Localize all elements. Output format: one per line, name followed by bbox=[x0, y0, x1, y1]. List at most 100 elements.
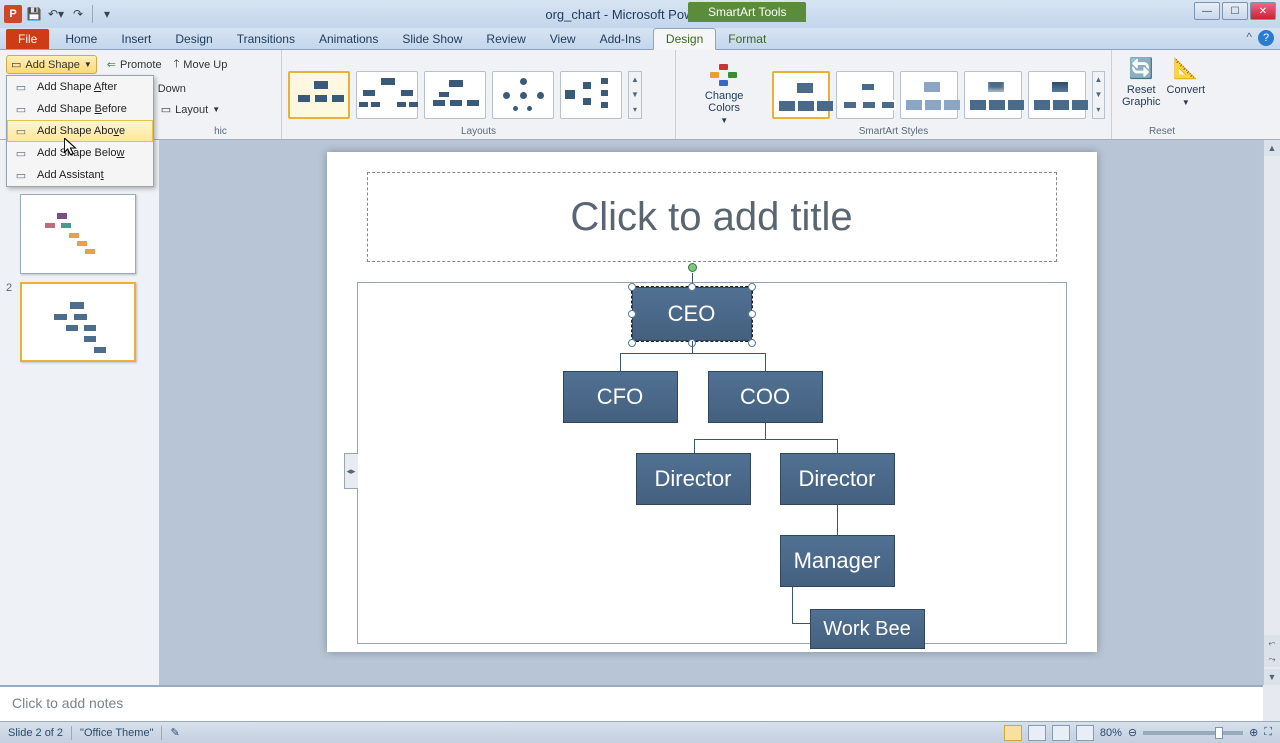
style-option-4[interactable] bbox=[964, 71, 1022, 119]
maximize-button[interactable]: ☐ bbox=[1222, 2, 1248, 20]
vertical-scrollbar[interactable]: ▲ ⬿ ⤳ ▼ bbox=[1263, 140, 1280, 685]
ribbon: ▭ Add Shape ▼ ▭Add Shape After ▭Add Shap… bbox=[0, 50, 1280, 140]
style-option-1[interactable] bbox=[772, 71, 830, 119]
menu-add-shape-after[interactable]: ▭Add Shape After bbox=[7, 76, 153, 98]
minimize-ribbon-icon[interactable]: ^ bbox=[1246, 30, 1252, 46]
slideshow-view-button[interactable] bbox=[1076, 725, 1094, 741]
layout-option-1[interactable] bbox=[288, 71, 350, 119]
reset-graphic-button[interactable]: 🔄 Reset Graphic bbox=[1122, 54, 1161, 108]
shape-before-icon: ▭ bbox=[13, 101, 29, 117]
selection-handle[interactable] bbox=[748, 283, 756, 291]
layouts-more-button[interactable]: ▲▼▾ bbox=[628, 71, 642, 119]
slide-thumbnail-2[interactable] bbox=[20, 282, 136, 362]
spellcheck-icon[interactable]: ✎ bbox=[170, 726, 179, 739]
node-director-1[interactable]: Director bbox=[636, 453, 751, 505]
tab-transitions[interactable]: Transitions bbox=[225, 29, 307, 49]
tab-design[interactable]: Design bbox=[163, 29, 224, 49]
node-manager[interactable]: Manager bbox=[780, 535, 895, 587]
powerpoint-icon[interactable]: P bbox=[4, 5, 22, 23]
minimize-button[interactable]: — bbox=[1194, 2, 1220, 20]
zoom-thumb[interactable] bbox=[1215, 727, 1223, 739]
tab-view[interactable]: View bbox=[538, 29, 588, 49]
layout-option-3[interactable] bbox=[424, 71, 486, 119]
selection-handle[interactable] bbox=[748, 339, 756, 347]
chevron-down-icon: ▼ bbox=[1182, 98, 1190, 107]
layout-option-2[interactable] bbox=[356, 71, 418, 119]
qat-separator bbox=[92, 5, 93, 23]
scroll-up-icon[interactable]: ▲ bbox=[1264, 140, 1280, 156]
status-theme: "Office Theme" bbox=[80, 727, 153, 739]
status-bar: Slide 2 of 2 "Office Theme" ✎ 80% ⊖ ⊕ ⛶ bbox=[0, 721, 1280, 743]
close-button[interactable]: ✕ bbox=[1250, 2, 1276, 20]
layout-icon: ▭ bbox=[161, 103, 171, 116]
zoom-in-button[interactable]: ⊕ bbox=[1249, 726, 1258, 739]
zoom-slider[interactable] bbox=[1143, 731, 1243, 735]
tab-smartart-format[interactable]: Format bbox=[716, 29, 778, 49]
scroll-down-icon[interactable]: ▼ bbox=[1264, 669, 1280, 685]
convert-button[interactable]: 📐 Convert ▼ bbox=[1167, 54, 1206, 108]
tab-slideshow[interactable]: Slide Show bbox=[390, 29, 474, 49]
notes-pane[interactable]: Click to add notes bbox=[0, 685, 1263, 721]
selection-handle[interactable] bbox=[628, 283, 636, 291]
group-layouts: ▲▼▾ Layouts bbox=[282, 50, 676, 139]
slide-number-2: 2 bbox=[6, 282, 16, 362]
next-slide-icon[interactable]: ⤳ bbox=[1264, 651, 1280, 667]
tab-file[interactable]: File bbox=[6, 29, 49, 49]
move-up-button[interactable]: 🡑Move Up bbox=[172, 54, 230, 75]
styles-more-button[interactable]: ▲▼▾ bbox=[1092, 71, 1105, 119]
rotation-handle[interactable] bbox=[688, 263, 697, 272]
node-ceo[interactable]: CEO bbox=[632, 287, 752, 341]
selection-handle[interactable] bbox=[748, 310, 756, 318]
notes-scrollbar[interactable] bbox=[1263, 685, 1280, 721]
node-work-bee[interactable]: Work Bee bbox=[810, 609, 925, 649]
tab-animations[interactable]: Animations bbox=[307, 29, 390, 49]
menu-add-shape-before[interactable]: ▭Add Shape Before bbox=[7, 98, 153, 120]
tab-home[interactable]: Home bbox=[53, 29, 109, 49]
node-coo[interactable]: COO bbox=[708, 371, 823, 423]
tab-smartart-design[interactable]: Design bbox=[653, 28, 716, 50]
title-placeholder[interactable]: Click to add title bbox=[367, 172, 1057, 262]
add-shape-split-button[interactable]: ▭ Add Shape ▼ bbox=[6, 55, 97, 74]
save-icon[interactable]: 💾 bbox=[24, 4, 44, 24]
text-pane-toggle[interactable]: ◂▸ bbox=[344, 453, 358, 489]
group-smartart-styles: Change Colors ▼ ▲▼▾ bbox=[676, 50, 1112, 139]
redo-icon[interactable]: ↷ bbox=[68, 4, 88, 24]
menu-add-assistant[interactable]: ▭Add Assistant bbox=[7, 164, 153, 186]
normal-view-button[interactable] bbox=[1004, 725, 1022, 741]
slide-canvas[interactable]: Click to add title ◂▸ CEO bbox=[327, 152, 1097, 652]
change-colors-button[interactable]: Change Colors ▼ bbox=[682, 60, 766, 129]
tab-addins[interactable]: Add-Ins bbox=[588, 29, 653, 49]
layout-button[interactable]: ▭Layout▼ bbox=[159, 102, 222, 117]
menu-add-shape-above[interactable]: ▭Add Shape Above bbox=[7, 120, 153, 142]
prev-slide-icon[interactable]: ⬿ bbox=[1264, 635, 1280, 651]
help-icon[interactable]: ? bbox=[1258, 30, 1274, 46]
style-option-3[interactable] bbox=[900, 71, 958, 119]
reading-view-button[interactable] bbox=[1052, 725, 1070, 741]
layout-option-5[interactable] bbox=[560, 71, 622, 119]
sorter-view-button[interactable] bbox=[1028, 725, 1046, 741]
undo-icon[interactable]: ↶▾ bbox=[46, 4, 66, 24]
promote-button[interactable]: ⇐Promote bbox=[105, 57, 164, 72]
slide-editor[interactable]: Click to add title ◂▸ CEO bbox=[160, 140, 1263, 685]
layout-option-4[interactable] bbox=[492, 71, 554, 119]
fit-to-window-button[interactable]: ⛶ bbox=[1264, 726, 1272, 739]
tab-insert[interactable]: Insert bbox=[109, 29, 163, 49]
node-cfo[interactable]: CFO bbox=[563, 371, 678, 423]
selection-handle[interactable] bbox=[628, 339, 636, 347]
promote-icon: ⇐ bbox=[107, 58, 116, 71]
arrow-up-icon: 🡑 bbox=[174, 55, 180, 74]
zoom-out-button[interactable]: ⊖ bbox=[1128, 726, 1137, 739]
qat-customize-icon[interactable]: ▾ bbox=[97, 4, 117, 24]
node-director-2[interactable]: Director bbox=[780, 453, 895, 505]
group-create-graphic: ▭ Add Shape ▼ ▭Add Shape After ▭Add Shap… bbox=[0, 50, 282, 139]
slide-thumbnail-1[interactable] bbox=[20, 194, 136, 274]
selection-handle[interactable] bbox=[628, 310, 636, 318]
tab-review[interactable]: Review bbox=[474, 29, 537, 49]
assistant-icon: ▭ bbox=[13, 167, 29, 183]
style-option-5[interactable] bbox=[1028, 71, 1086, 119]
style-option-2[interactable] bbox=[836, 71, 894, 119]
smartart-container[interactable]: ◂▸ CEO CFO COO bbox=[357, 282, 1067, 644]
zoom-level[interactable]: 80% bbox=[1100, 727, 1122, 739]
menu-add-shape-below[interactable]: ▭Add Shape Below bbox=[7, 142, 153, 164]
selection-handle[interactable] bbox=[688, 283, 696, 291]
